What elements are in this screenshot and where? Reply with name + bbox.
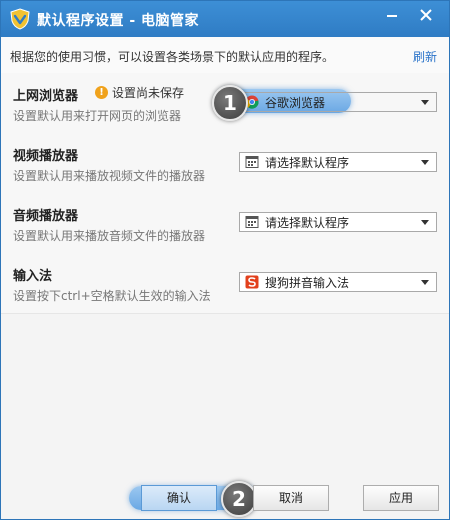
confirm-button[interactable]: 确认 [141, 485, 217, 511]
title-bar[interactable]: 默认程序设置 - 电脑管家 [1, 1, 449, 37]
row-title: 输入法 [13, 269, 53, 284]
browser-select[interactable]: 谷歌浏览器 [239, 92, 437, 112]
minimize-button[interactable] [378, 1, 406, 29]
callout-badge-1: 1 [212, 85, 248, 121]
row-description: 设置默认用来打开网页的浏览器 [13, 109, 182, 123]
row-description: 设置默认用来播放音频文件的播放器 [13, 229, 206, 243]
input-method-select[interactable]: 搜狗拼音输入法 [239, 272, 437, 292]
row-description: 设置默认用来播放视频文件的播放器 [13, 169, 206, 183]
chevron-down-icon [421, 159, 429, 165]
unsaved-warning: ! 设置尚未保存 [95, 84, 184, 101]
chevron-down-icon [421, 99, 429, 105]
hint-text: 根据您的使用习惯，可以设置各类场景下的默认应用的程序。 [10, 50, 335, 64]
chevron-down-icon [421, 279, 429, 285]
audio-player-select[interactable]: 请选择默认程序 [239, 212, 437, 232]
dialog-window: 默认程序设置 - 电脑管家 根据您的使用习惯，可以设置各类场景下的默认应用的程序… [0, 0, 450, 520]
minimize-icon [387, 15, 397, 17]
refresh-link[interactable]: 刷新 [413, 48, 437, 65]
apply-button[interactable]: 应用 [363, 485, 439, 511]
shield-logo-icon [10, 8, 30, 30]
unsaved-text: 设置尚未保存 [112, 86, 185, 100]
chevron-down-icon [421, 219, 429, 225]
select-value: 搜狗拼音输入法 [265, 275, 350, 290]
warning-icon: ! [95, 86, 108, 99]
row-title: 上网浏览器 [13, 89, 79, 104]
program-icon [245, 216, 259, 228]
window-title: 默认程序设置 - 电脑管家 [37, 13, 200, 29]
cancel-button[interactable]: 取消 [253, 485, 329, 511]
row-title: 音频播放器 [13, 209, 79, 224]
callout-badge-2: 2 [221, 481, 257, 517]
select-value: 请选择默认程序 [265, 155, 350, 170]
hint-bar: 根据您的使用习惯，可以设置各类场景下的默认应用的程序。 刷新 [1, 37, 449, 74]
select-value: 请选择默认程序 [265, 215, 350, 230]
row-title: 视频播放器 [13, 149, 79, 164]
select-value: 谷歌浏览器 [265, 95, 326, 110]
sogou-icon [245, 275, 259, 289]
program-icon [245, 156, 259, 168]
close-icon [420, 9, 432, 21]
row-description: 设置按下ctrl+空格默认生效的输入法 [13, 289, 211, 303]
close-button[interactable] [412, 1, 440, 29]
video-player-select[interactable]: 请选择默认程序 [239, 152, 437, 172]
